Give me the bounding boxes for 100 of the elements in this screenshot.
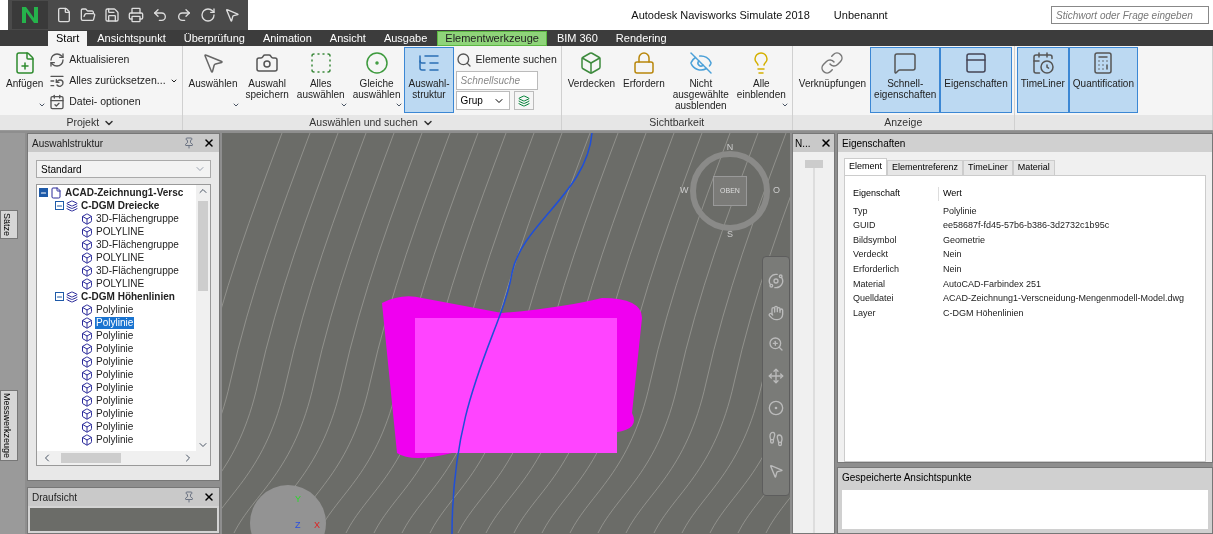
options-button[interactable] bbox=[513, 91, 534, 110]
properties-tab[interactable]: Material bbox=[1012, 160, 1055, 175]
collapse-toggle[interactable] bbox=[55, 292, 64, 301]
side-tab[interactable]: Sätze bbox=[0, 210, 18, 240]
ribbon-button[interactable]: Anfügen bbox=[2, 47, 48, 113]
tree-item[interactable]: POLYLINE bbox=[95, 225, 146, 238]
tree-item[interactable]: Polylinie bbox=[95, 420, 135, 433]
slider-track[interactable] bbox=[804, 160, 823, 533]
table-cell-text: Polylinie bbox=[942, 204, 977, 218]
footprints-icon[interactable] bbox=[768, 431, 784, 448]
ribbon-button[interactable]: Erfordern bbox=[619, 47, 669, 113]
properties-tab[interactable]: Element bbox=[844, 158, 888, 175]
properties-tab[interactable]: TimeLiner bbox=[963, 160, 1013, 175]
side-tab[interactable]: Messwerkzeuge bbox=[0, 389, 18, 461]
ribbon-button[interactable]: Gleiche auswählen bbox=[348, 47, 405, 113]
ribbon-small-button[interactable]: Alles zurücksetzen... bbox=[49, 71, 178, 91]
tree-item[interactable]: C-DGM Dreiecke bbox=[80, 199, 161, 212]
collapse-toggle[interactable] bbox=[55, 201, 64, 210]
ribbon-button[interactable]: Auswählen bbox=[184, 47, 242, 113]
redo-icon[interactable] bbox=[176, 7, 192, 23]
table-cell-text: Layer bbox=[853, 306, 877, 320]
close-icon[interactable] bbox=[203, 137, 215, 149]
orbit-icon[interactable] bbox=[768, 272, 784, 289]
caret-icon bbox=[780, 101, 789, 109]
axis-label: X bbox=[314, 519, 320, 532]
ribbon-tab[interactable]: Ausgabe bbox=[375, 31, 436, 46]
ribbon-button[interactable]: Auswahl-struktur bbox=[404, 47, 454, 113]
quick-search-field[interactable]: Schnellsuche bbox=[455, 71, 538, 90]
close-icon[interactable] bbox=[820, 137, 832, 149]
printer-icon[interactable] bbox=[128, 7, 144, 23]
ribbon-small-button[interactable]: Aktualisieren bbox=[49, 50, 178, 70]
ribbon-button[interactable]: Schnell-eigenschaften bbox=[870, 47, 941, 113]
scrollbar[interactable] bbox=[196, 185, 210, 451]
ribbon-tab[interactable]: Überprüfung bbox=[175, 31, 253, 46]
zoom-icon[interactable] bbox=[768, 336, 784, 353]
tree-item[interactable]: Polylinie bbox=[95, 303, 135, 316]
ribbon-tab[interactable]: Ansichtspunkt bbox=[89, 31, 174, 46]
ribbon-small-button[interactable]: Datei- optionen bbox=[49, 92, 178, 112]
folder-icon[interactable] bbox=[80, 7, 96, 23]
table-cell-text: Erforderlich bbox=[853, 262, 900, 276]
pointer-icon bbox=[201, 51, 225, 75]
tree-item[interactable]: Polylinie bbox=[95, 433, 135, 446]
tree-item[interactable]: POLYLINE bbox=[95, 277, 146, 290]
tree-item[interactable]: Polylinie bbox=[95, 407, 135, 420]
cube-icon bbox=[81, 264, 93, 277]
ribbon-button[interactable]: Eigenschaften bbox=[940, 47, 1012, 113]
ribbon-button[interactable]: Quantification bbox=[1068, 47, 1138, 113]
scrollbar-thumb[interactable] bbox=[61, 453, 121, 463]
app-logo-icon[interactable] bbox=[12, 1, 48, 29]
table-cell-text: Geometrie bbox=[942, 233, 986, 247]
undo-icon[interactable] bbox=[152, 7, 168, 23]
group-dropdown[interactable]: Grup bbox=[455, 91, 510, 110]
search-field[interactable]: Stichwort oder Frage eingeben bbox=[1051, 6, 1209, 24]
document-name: Unbenannt bbox=[833, 7, 888, 23]
new-file-icon[interactable] bbox=[56, 7, 72, 23]
tree-item[interactable]: C-DGM Höhenlinien bbox=[80, 290, 176, 303]
ribbon-button[interactable]: Nicht ausgewählte ausblenden bbox=[668, 47, 733, 113]
layers-icon bbox=[517, 94, 530, 107]
tree-item[interactable]: 3D-Flächengruppe bbox=[95, 238, 180, 251]
mode-dropdown[interactable]: Standard bbox=[36, 160, 211, 178]
tree-item[interactable]: Polylinie bbox=[95, 329, 135, 342]
ribbon-button[interactable]: Verknüpfungen bbox=[794, 47, 871, 113]
tree-item[interactable]: 3D-Flächengruppe bbox=[95, 264, 180, 277]
tree-item[interactable]: Polylinie bbox=[95, 316, 135, 329]
ribbon-tab[interactable]: Rendering bbox=[607, 31, 675, 46]
scrollbar-thumb[interactable] bbox=[198, 201, 208, 291]
ribbon-button[interactable]: Verdecken bbox=[563, 47, 619, 113]
axis-label: Y bbox=[295, 493, 301, 506]
ribbon-button[interactable]: Alles auswählen bbox=[292, 47, 349, 113]
properties-tab[interactable]: Elementreferenz bbox=[887, 160, 964, 175]
tree-item[interactable]: Polylinie bbox=[95, 381, 135, 394]
tree-item[interactable]: ACAD-Zeichnung1-Versc bbox=[64, 186, 185, 199]
circle-icon[interactable] bbox=[768, 399, 784, 416]
move-icon[interactable] bbox=[768, 367, 784, 384]
hand-icon[interactable] bbox=[768, 304, 784, 321]
pin-icon[interactable] bbox=[183, 137, 195, 149]
ribbon-button[interactable]: Alle einblenden bbox=[732, 47, 790, 113]
ribbon-tab[interactable]: Elementwerkzeuge bbox=[437, 31, 547, 46]
tree-item[interactable]: Polylinie bbox=[95, 368, 135, 381]
tree-item[interactable]: POLYLINE bbox=[95, 251, 146, 264]
tree-item[interactable]: Polylinie bbox=[95, 355, 135, 368]
tree-item[interactable]: 3D-Flächengruppe bbox=[95, 212, 180, 225]
ribbon-tab[interactable]: Start bbox=[48, 31, 88, 46]
refresh-icon[interactable] bbox=[200, 7, 216, 23]
ribbon-tab[interactable]: Animation bbox=[254, 31, 320, 46]
close-icon[interactable] bbox=[203, 491, 215, 503]
ribbon-small-button[interactable]: Elemente suchen bbox=[455, 50, 557, 70]
tree-item[interactable]: Polylinie bbox=[95, 342, 135, 355]
ribbon-button[interactable]: TimeLiner bbox=[1016, 47, 1069, 113]
hidden-eye-icon bbox=[688, 51, 713, 75]
pin-icon[interactable] bbox=[183, 491, 195, 503]
collapse-toggle[interactable] bbox=[39, 188, 48, 197]
tree-item[interactable]: Polylinie bbox=[95, 394, 135, 407]
ribbon-button[interactable]: Auswahl speichern bbox=[241, 47, 293, 113]
scrollbar[interactable] bbox=[37, 451, 210, 465]
save-icon[interactable] bbox=[104, 7, 120, 23]
ribbon-tab[interactable]: BIM 360 bbox=[548, 31, 606, 46]
panel-title: Eigenschaften bbox=[842, 136, 906, 151]
ribbon-tab[interactable]: Ansicht bbox=[321, 31, 374, 46]
pointer-icon[interactable] bbox=[224, 7, 240, 23]
